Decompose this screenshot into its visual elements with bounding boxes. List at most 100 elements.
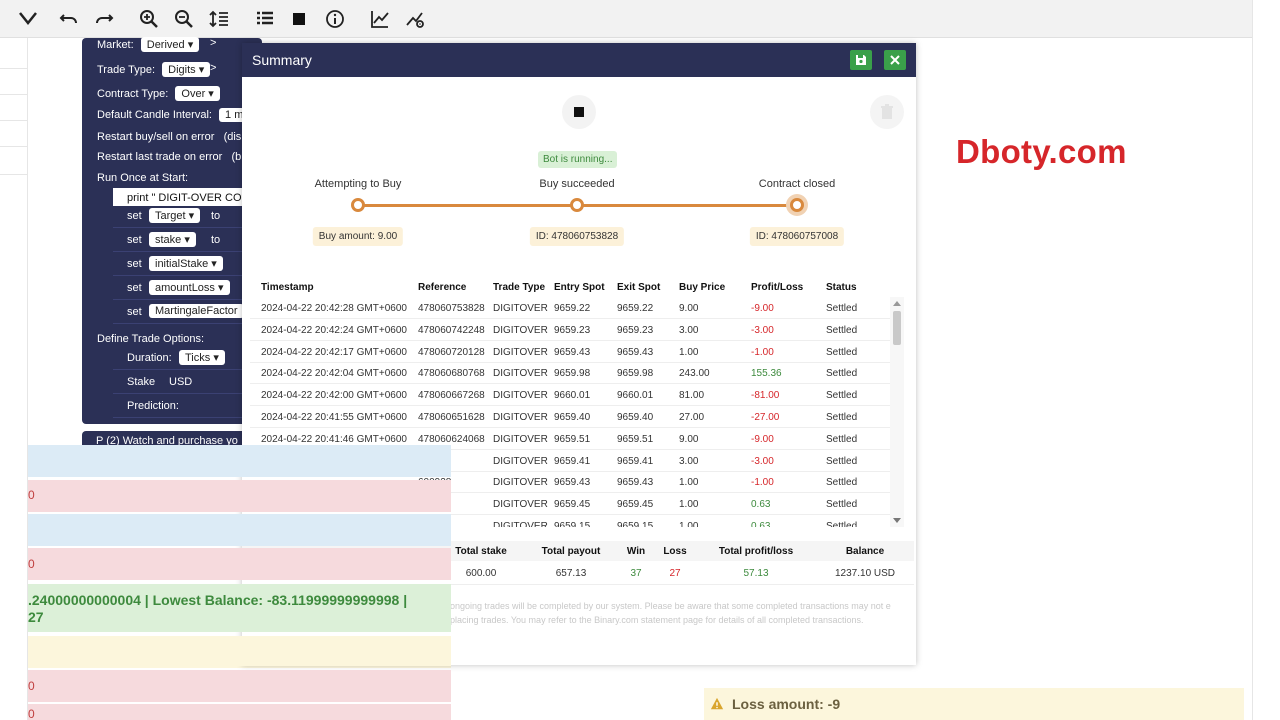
set-row-martingale[interactable]: set MartingaleFactor (113, 302, 253, 324)
table-row[interactable]: 2024-04-22 20:42:04 GMT+0600 478060680768… (250, 362, 898, 385)
table-row[interactable]: 2024-04-22 20:42:28 GMT+0600 478060753828… (250, 297, 898, 319)
duration-row[interactable]: Duration: Ticks ▾ (113, 348, 253, 370)
table-cell-entry: 9659.51 (554, 433, 591, 445)
column-header[interactable]: Timestamp (261, 282, 314, 293)
table-cell-status: Settled (826, 303, 858, 314)
table-cell-entry: 9659.22 (554, 303, 591, 314)
restart-last-row: Restart last trade on error (b (97, 151, 242, 163)
table-cell-status: Settled (826, 368, 858, 380)
totals-column-header: Total stake (455, 546, 507, 557)
column-header[interactable]: Status (826, 282, 857, 293)
stop-icon[interactable] (287, 7, 311, 31)
scroll-down-arrow[interactable] (893, 518, 901, 523)
table-cell-buy: 1.00 (679, 521, 699, 527)
variable-dropdown[interactable]: stake ▾ (149, 232, 196, 247)
duration-dropdown[interactable]: Ticks ▾ (179, 350, 225, 365)
journal-value: 0 (28, 557, 35, 571)
table-cell-entry: 9659.41 (554, 455, 591, 467)
table-cell-buy: 3.00 (679, 455, 699, 467)
run-once-label: Run Once at Start: (97, 172, 189, 184)
info-icon[interactable] (323, 7, 347, 31)
table-cell-pl: -27.00 (751, 412, 780, 423)
table-cell-status: Settled (826, 412, 858, 423)
left-strip (0, 38, 28, 720)
table-row[interactable]: 2024-04-22 20:42:17 GMT+0600 478060720128… (250, 341, 898, 363)
column-header[interactable]: Buy Price (679, 282, 725, 293)
undo-icon[interactable] (57, 7, 81, 31)
table-row[interactable]: 612508 DIGITOVER 9659.41 9659.41 3.00 -3.00 Se… (250, 450, 898, 472)
prediction-row[interactable]: Prediction: (113, 396, 253, 418)
table-cell-ref: 478060667268 (418, 390, 485, 402)
table-cell-status: Settled (826, 455, 858, 467)
stop-bot-button[interactable] (562, 95, 596, 129)
table-cell-exit: 9660.01 (617, 390, 654, 402)
zoom-in-icon[interactable] (137, 7, 161, 31)
table-cell-buy: 9.00 (679, 303, 699, 314)
clear-stats-button[interactable] (870, 95, 904, 129)
table-cell-exit: 9659.43 (617, 477, 654, 489)
loss-count: 27 (669, 568, 681, 579)
table-cell-buy: 1.00 (679, 346, 699, 358)
column-header[interactable]: Entry Spot (554, 282, 605, 293)
table-cell-exit: 9659.43 (617, 346, 654, 358)
toolbar (0, 0, 1252, 38)
variable-dropdown[interactable]: MartingaleFactor (149, 304, 244, 318)
table-cell-pl: 0.63 (751, 521, 771, 527)
table-cell-pl: -9.00 (751, 433, 774, 445)
close-button[interactable] (884, 50, 906, 70)
table-cell-pl: 0.63 (751, 499, 771, 511)
save-button[interactable] (850, 50, 872, 70)
trade-type-dropdown[interactable]: Digits ▾ (162, 62, 211, 77)
scroll-thumb[interactable] (893, 311, 901, 345)
redo-icon[interactable] (92, 7, 116, 31)
set-row-amount-loss[interactable]: set amountLoss ▾ (113, 278, 253, 300)
table-scrollbar[interactable] (890, 297, 904, 527)
variable-dropdown[interactable]: Target ▾ (149, 208, 201, 223)
table-cell-ts: 2024-04-22 20:42:28 GMT+0600 (261, 303, 407, 314)
column-header[interactable]: Profit/Loss (751, 282, 803, 293)
table-cell-buy: 9.00 (679, 433, 699, 445)
variable-dropdown[interactable]: initialStake ▾ (149, 256, 223, 271)
column-header[interactable]: Exit Spot (617, 282, 660, 293)
toolbar-partial-icon[interactable] (16, 7, 40, 31)
set-row-target[interactable]: set Target ▾ to (113, 206, 253, 228)
table-cell-ts: 2024-04-22 20:42:17 GMT+0600 (261, 346, 407, 358)
total-stake: 600.00 (465, 568, 497, 579)
step-label: Attempting to Buy (314, 178, 402, 190)
win-count: 37 (630, 568, 642, 579)
table-cell-ts: 2024-04-22 20:42:04 GMT+0600 (261, 368, 407, 380)
loss-amount-text: Loss amount: -9 (732, 696, 841, 712)
settings-chart-icon[interactable] (403, 7, 427, 31)
app-root: Market: Derived ▾ Trade Type: Digits ▾ C… (0, 0, 1280, 720)
scroll-up-arrow[interactable] (893, 301, 901, 306)
table-cell-status: Settled (826, 324, 858, 336)
table-row[interactable]: 2024-04-22 20:41:55 GMT+0600 478060651628… (250, 406, 898, 428)
step-dot (351, 198, 365, 212)
sort-icon[interactable] (207, 7, 231, 31)
column-header[interactable]: Reference (418, 282, 466, 293)
set-row-initial-stake[interactable]: set initialStake ▾ (113, 254, 253, 276)
table-cell-exit: 9659.22 (617, 303, 654, 314)
table-cell-buy: 3.00 (679, 324, 699, 336)
zoom-out-icon[interactable] (172, 7, 196, 31)
table-row[interactable]: 2024-04-22 20:41:46 GMT+0600 478060624068… (250, 428, 898, 450)
set-row-stake[interactable]: set stake ▾ to (113, 230, 253, 252)
table-cell-ref: 478060742248 (418, 324, 485, 336)
table-cell-buy: 81.00 (679, 390, 705, 402)
stake-row[interactable]: Stake USD (113, 372, 253, 394)
table-cell-pl: -3.00 (751, 324, 774, 336)
totals-column-header: Loss (663, 546, 687, 557)
contract-type-dropdown[interactable]: Over ▾ (175, 86, 220, 101)
table-row[interactable]: 2024-04-22 20:42:24 GMT+0600 478060742248… (250, 319, 898, 341)
chart-icon[interactable] (368, 7, 392, 31)
restart-buy-row: Restart buy/sell on error (dis (97, 131, 242, 143)
variable-dropdown[interactable]: amountLoss ▾ (149, 280, 230, 295)
table-cell-entry: 9659.40 (554, 412, 591, 423)
column-header[interactable]: Trade Type (493, 282, 545, 293)
table-row[interactable]: 2024-04-22 20:42:00 GMT+0600 478060667268… (250, 384, 898, 407)
totals-column-header: Balance (845, 546, 885, 557)
table-cell-entry: 9659.43 (554, 346, 591, 358)
summary-header: Summary (242, 43, 916, 77)
market-dropdown[interactable]: Derived ▾ (140, 37, 200, 52)
list-icon[interactable] (253, 7, 277, 31)
